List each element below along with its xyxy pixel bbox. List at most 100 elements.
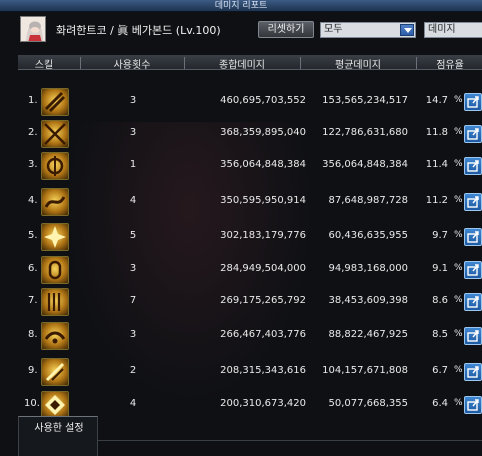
skill-icon	[41, 391, 69, 419]
tab-used-settings[interactable]: 사용한 설정	[18, 416, 98, 456]
table-row: 5. 5 302,183,179,776 60,436,635,955 9.7 …	[18, 221, 482, 253]
percent-sign: %	[454, 195, 463, 205]
row-share: 6.4	[432, 398, 448, 409]
row-average: 88,822,467,925	[328, 329, 408, 340]
window-title: 데미지 리포트	[214, 1, 268, 11]
row-rank: 6.	[28, 263, 38, 274]
row-average: 104,157,671,808	[322, 365, 408, 376]
share-button[interactable]	[464, 396, 482, 414]
row-rank: 7.	[28, 295, 38, 306]
col-total-damage: 종합데미지	[219, 60, 265, 71]
percent-sign: %	[454, 329, 463, 339]
table-row: 2. 3 368,359,895,040 122,786,631,680 11.…	[18, 118, 482, 150]
row-rank: 9.	[28, 365, 38, 376]
row-rank: 2.	[28, 127, 38, 138]
table-row: 8. 3 266,467,403,776 88,822,467,925 8.5 …	[18, 320, 482, 352]
share-button[interactable]	[464, 125, 482, 143]
row-rank: 4.	[28, 195, 38, 206]
skill-icon	[41, 358, 69, 386]
reset-button[interactable]: 리셋하기	[258, 21, 314, 38]
share-button[interactable]	[464, 363, 482, 381]
type-select[interactable]: 데미지	[424, 22, 482, 38]
footer-divider	[98, 440, 482, 441]
share-icon	[467, 231, 479, 243]
col-average-damage: 평균데미지	[335, 60, 381, 71]
row-share: 14.7	[425, 95, 448, 106]
skill-icon	[41, 322, 69, 350]
row-share: 11.2	[425, 195, 448, 206]
character-avatar	[20, 16, 46, 42]
row-average: 153,565,234,517	[322, 95, 408, 106]
row-rank: 8.	[28, 329, 38, 340]
row-count: 3	[129, 329, 137, 340]
chevron-down-icon[interactable]	[400, 24, 414, 36]
tab-used-settings-label: 사용한 설정	[34, 423, 84, 434]
share-icon	[467, 160, 479, 172]
row-count: 4	[129, 195, 137, 206]
share-button[interactable]	[464, 261, 482, 279]
row-count: 3	[129, 127, 137, 138]
share-icon	[467, 96, 479, 108]
type-select-value: 데미지	[428, 24, 456, 35]
row-count: 4	[129, 398, 137, 409]
table-row: 4. 4 350,595,950,914 87,648,987,728 11.2…	[18, 186, 482, 218]
skill-icon	[41, 188, 69, 216]
row-count: 5	[129, 230, 137, 241]
skill-icon	[41, 88, 69, 116]
row-count: 3	[129, 263, 137, 274]
share-icon	[467, 330, 479, 342]
percent-sign: %	[454, 398, 463, 408]
character-name: 화려한트코 / 眞 베가본드 (Lv.100)	[56, 24, 221, 37]
window-titlebar: 데미지 리포트	[0, 0, 482, 12]
row-share: 11.4	[425, 159, 448, 170]
row-rank: 1.	[28, 95, 38, 106]
share-icon	[467, 128, 479, 140]
table-row: 6. 3 284,949,504,000 94,983,168,000 9.1 …	[18, 254, 482, 286]
percent-sign: %	[454, 127, 463, 137]
row-share: 9.7	[432, 230, 448, 241]
col-share: 점유율	[436, 60, 464, 71]
row-count: 7	[129, 295, 137, 306]
table-row: 1. 3 460,695,703,552 153,565,234,517 14.…	[18, 86, 482, 118]
row-average: 87,648,987,728	[328, 195, 408, 206]
row-share: 11.8	[425, 127, 448, 138]
share-icon	[467, 366, 479, 378]
share-button[interactable]	[464, 93, 482, 111]
col-skill: 스킬	[34, 60, 54, 71]
share-icon	[467, 196, 479, 208]
share-button[interactable]	[464, 228, 482, 246]
row-count: 2	[129, 365, 137, 376]
skill-icon	[41, 288, 69, 316]
row-share: 9.1	[432, 263, 448, 274]
share-icon	[467, 399, 479, 411]
row-share: 8.6	[432, 295, 448, 306]
skill-icon	[41, 223, 69, 251]
share-button[interactable]	[464, 193, 482, 211]
row-count: 1	[129, 159, 137, 170]
row-average: 60,436,635,955	[328, 230, 408, 241]
table-row: 7. 7 269,175,265,792 38,453,609,398 8.6 …	[18, 286, 482, 318]
filter-select[interactable]: 모두	[320, 22, 416, 38]
filter-select-value: 모두	[324, 24, 343, 35]
skill-icon	[41, 152, 69, 180]
share-button[interactable]	[464, 157, 482, 175]
skill-icon	[41, 256, 69, 284]
row-share: 8.5	[432, 329, 448, 340]
row-rank: 5.	[28, 230, 38, 241]
col-use-count: 사용횟수	[113, 60, 151, 71]
row-count: 3	[129, 95, 137, 106]
percent-sign: %	[454, 95, 463, 105]
percent-sign: %	[454, 295, 463, 305]
row-rank: 10.	[24, 398, 40, 409]
share-button[interactable]	[464, 293, 482, 311]
percent-sign: %	[454, 365, 463, 375]
row-average: 122,786,631,680	[322, 127, 408, 138]
row-average: 50,077,668,355	[328, 398, 408, 409]
share-icon	[467, 264, 479, 276]
row-average: 356,064,848,384	[322, 159, 408, 170]
row-share: 6.7	[432, 365, 448, 376]
row-average: 38,453,609,398	[328, 295, 408, 306]
share-button[interactable]	[464, 327, 482, 345]
row-rank: 3.	[28, 159, 38, 170]
percent-sign: %	[454, 263, 463, 273]
